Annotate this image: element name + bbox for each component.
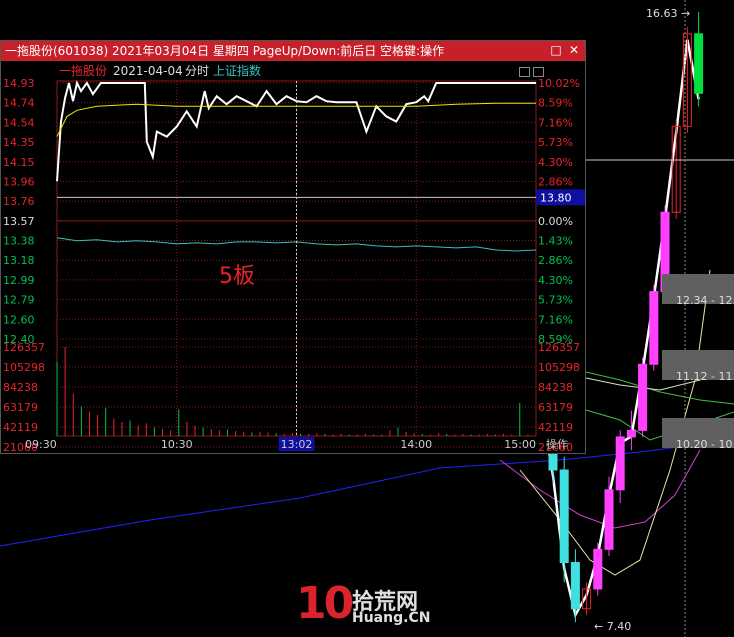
candle-body — [626, 429, 636, 438]
price-tick-label: 13.96 — [3, 175, 35, 188]
price-tick-label: 14.93 — [3, 77, 35, 90]
pct-tick-label: 10.02% — [538, 77, 580, 90]
operate-label: 操作 — [546, 437, 568, 451]
intraday-popup-window: 一拖股份(601038) 2021年03月04日 星期四 PageUp/Down… — [0, 40, 586, 454]
price-tick-label: 12.60 — [3, 313, 35, 326]
ma-value-label: 11.12 - 11.5 — [676, 370, 734, 383]
ma-value-label: 10.20 - 10.51 — [676, 438, 734, 451]
price-tick-label: 13.38 — [3, 235, 35, 248]
price-tick-label: 14.74 — [3, 97, 35, 110]
limit-up-annotation: 5板 — [219, 264, 255, 289]
kline-low-label: ← 7.40 — [594, 620, 631, 633]
time-tick-label: 14:00 — [400, 438, 432, 451]
volume-tick-label: 105298 — [3, 361, 45, 374]
intraday-chart: 14.93 10.02% 14.74 8.59% 14.54 7.16% 14.35 5.73… — [3, 77, 585, 453]
price-tick-label: 12.99 — [3, 274, 35, 287]
volume-tick-label-right: 126357 — [538, 341, 580, 354]
volume-tick-label: 42119 — [3, 421, 38, 434]
time-tick-label: 13:02 — [281, 438, 313, 451]
pct-tick-label: 5.73% — [538, 136, 573, 149]
watermark-domain: Huang.CN — [352, 610, 431, 626]
volume-tick-label-right: 63179 — [538, 401, 573, 414]
pct-tick-label: 7.16% — [538, 313, 573, 326]
volume-tick-label-right: 105298 — [538, 361, 580, 374]
time-tick-label: 09:30 — [25, 438, 57, 451]
crosshair-price: 13.80 — [540, 191, 572, 204]
candle-body — [570, 562, 580, 610]
pct-tick-label: 1.43% — [538, 235, 573, 248]
kline-high-label: 16.63 → — [646, 7, 690, 20]
candle-body — [694, 33, 704, 94]
watermark-logo: 10 拾荒网 Huang.CN — [296, 578, 436, 632]
pct-tick-label: 2.86% — [538, 254, 573, 267]
price-tick-label: 12.79 — [3, 294, 35, 307]
candle-body — [559, 469, 569, 564]
volume-tick-label-right: 42119 — [538, 421, 573, 434]
pct-tick-label: 8.59% — [538, 97, 573, 110]
price-tick-label: 14.15 — [3, 156, 35, 169]
candle-body — [615, 436, 625, 491]
time-tick-label: 15:00 — [504, 438, 536, 451]
pct-tick-label: 0.00% — [538, 215, 573, 228]
pct-tick-label: 7.16% — [538, 116, 573, 129]
candle-body — [604, 489, 614, 550]
volume-tick-label: 126357 — [3, 341, 45, 354]
price-tick-label: 13.76 — [3, 195, 35, 208]
volume-tick-label: 63179 — [3, 401, 38, 414]
pct-tick-label: 4.30% — [538, 156, 573, 169]
ma-value-label: 12.34 - 12. — [676, 294, 734, 307]
time-tick-label: 10:30 — [161, 438, 193, 451]
volume-tick-label: 84238 — [3, 381, 38, 394]
price-tick-label: 13.18 — [3, 254, 35, 267]
price-tick-label: 14.35 — [3, 136, 35, 149]
price-tick-label: 14.54 — [3, 116, 35, 129]
watermark-number: 10 — [296, 578, 354, 629]
candle-body — [593, 548, 603, 590]
price-tick-label: 13.57 — [3, 215, 35, 228]
pct-tick-label: 2.86% — [538, 175, 573, 188]
pct-tick-label: 4.30% — [538, 274, 573, 287]
candle-body — [649, 291, 659, 365]
candle-body — [638, 363, 648, 431]
volume-tick-label-right: 84238 — [538, 381, 573, 394]
pct-tick-label: 5.73% — [538, 294, 573, 307]
